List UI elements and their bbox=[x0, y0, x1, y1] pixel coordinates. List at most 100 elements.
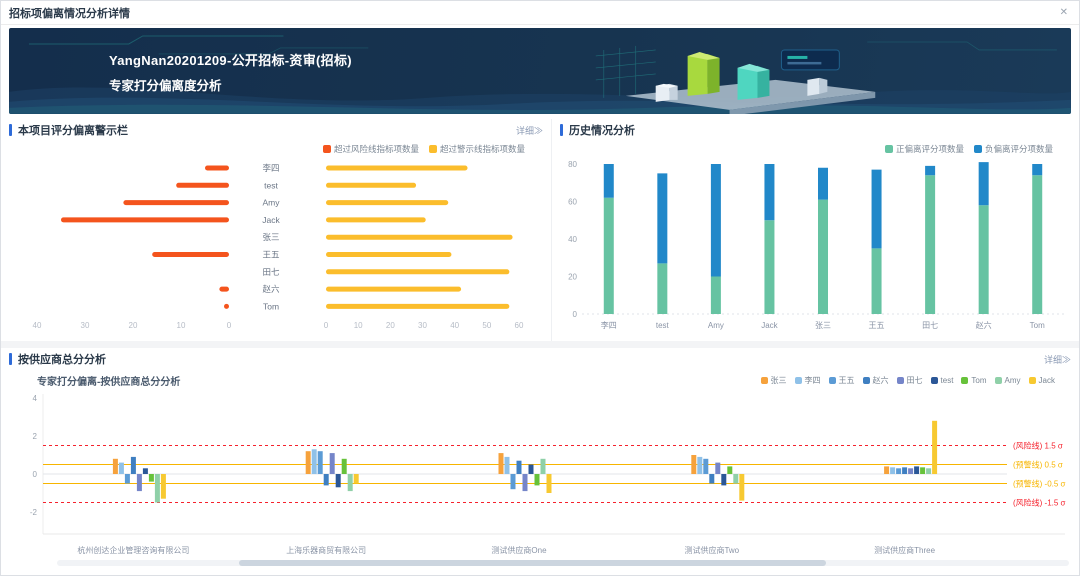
positive-deviation-bar bbox=[818, 200, 828, 314]
legend-swatch bbox=[795, 377, 802, 384]
accent-bar bbox=[560, 124, 563, 136]
deviation-bar bbox=[547, 474, 552, 493]
legend-swatch bbox=[1029, 377, 1036, 384]
negative-deviation-bar bbox=[979, 162, 989, 205]
main-row: 本项目评分偏离警示栏 详细≫ 超过风险线指标项数量超过警示线指标项数量 李四 te… bbox=[1, 119, 1079, 341]
legend-item[interactable]: 超过风险线指标项数量 bbox=[323, 143, 419, 155]
legend-item[interactable]: 超过警示线指标项数量 bbox=[429, 143, 525, 155]
legend-swatch bbox=[885, 145, 893, 153]
legend-item[interactable]: Jack bbox=[1029, 376, 1055, 385]
legend-swatch bbox=[974, 145, 982, 153]
legend-label: 田七 bbox=[907, 375, 923, 386]
supplier-label: 测试供应商Three bbox=[808, 545, 1001, 558]
deviation-bar bbox=[523, 474, 528, 491]
legend-label: Jack bbox=[1039, 376, 1055, 385]
deviation-bar bbox=[511, 474, 516, 489]
deviation-bar bbox=[161, 474, 166, 499]
deviation-bar bbox=[884, 466, 889, 474]
warning-legend: 超过风险线指标项数量超过警示线指标项数量 bbox=[1, 141, 551, 156]
warn-bar bbox=[326, 269, 509, 274]
warn-bar bbox=[326, 304, 509, 309]
deviation-bar bbox=[119, 463, 124, 474]
deviation-bar bbox=[155, 474, 160, 503]
history-stacked-chart: 020406080李四testAmyJack张三王五田七赵六Tom bbox=[552, 156, 1076, 338]
panel-warning-title: 本项目评分偏离警示栏 bbox=[18, 122, 128, 138]
horizontal-scrollbar[interactable] bbox=[57, 560, 1069, 566]
category-label: Jack bbox=[262, 215, 280, 225]
deviation-bar bbox=[896, 468, 901, 474]
deviation-bar bbox=[517, 461, 522, 474]
window-titlebar: 招标项偏离情况分析详情 ✕ bbox=[1, 1, 1079, 25]
supplier-label: 杭州创达企业管理咨询有限公司 bbox=[37, 545, 230, 558]
threshold-label: (风险线) -1.5 σ bbox=[1013, 498, 1066, 508]
legend-label: 王五 bbox=[839, 375, 855, 386]
risk-bar bbox=[219, 287, 229, 292]
y-tick: 2 bbox=[33, 432, 38, 441]
panel-history: 历史情况分析 正偏离评分项数量负偏离评分项数量 020406080李四testA… bbox=[552, 119, 1079, 341]
legend-item[interactable]: Amy bbox=[995, 376, 1021, 385]
deviation-bar bbox=[721, 474, 726, 485]
warn-bar bbox=[326, 287, 461, 292]
legend-swatch bbox=[429, 145, 437, 153]
legend-label: 正偏离评分项数量 bbox=[896, 143, 964, 155]
legend-item[interactable]: 负偏离评分项数量 bbox=[974, 143, 1053, 155]
legend-label: 赵六 bbox=[873, 375, 889, 386]
legend-swatch bbox=[897, 377, 904, 384]
deviation-bar bbox=[505, 457, 510, 474]
horizontal-scrollbar-thumb[interactable] bbox=[239, 560, 826, 566]
legend-item[interactable]: 田七 bbox=[897, 375, 923, 386]
y-tick: 40 bbox=[568, 235, 577, 244]
legend-item[interactable]: 李四 bbox=[795, 375, 821, 386]
risk-bar bbox=[152, 252, 229, 257]
warn-bar bbox=[326, 235, 513, 240]
legend-item[interactable]: Tom bbox=[961, 376, 986, 385]
supplier-label: 上海乐器商贸有限公司 bbox=[230, 545, 423, 558]
positive-deviation-bar bbox=[925, 175, 935, 314]
legend-label: test bbox=[941, 376, 954, 385]
positive-deviation-bar bbox=[604, 198, 614, 314]
legend-item[interactable]: 赵六 bbox=[863, 375, 889, 386]
category-label: 李四 bbox=[601, 320, 617, 330]
x-tick: 20 bbox=[129, 321, 138, 330]
x-tick: 20 bbox=[386, 321, 395, 330]
y-tick: 60 bbox=[568, 198, 577, 207]
warning-detail-link[interactable]: 详细≫ bbox=[516, 124, 543, 137]
legend-item[interactable]: 王五 bbox=[829, 375, 855, 386]
legend-item[interactable]: 正偏离评分项数量 bbox=[885, 143, 964, 155]
legend-item[interactable]: test bbox=[931, 376, 954, 385]
banner-text: YangNan20201209-公开招标-资审(招标) 专家打分偏离度分析 bbox=[109, 50, 352, 94]
x-tick: 0 bbox=[227, 321, 232, 330]
threshold-label: (预警线) 0.5 σ bbox=[1013, 460, 1063, 470]
legend-swatch bbox=[863, 377, 870, 384]
deviation-bar bbox=[715, 463, 720, 474]
positive-deviation-bar bbox=[979, 205, 989, 314]
warn-bar bbox=[326, 217, 426, 222]
positive-deviation-bar bbox=[657, 263, 667, 314]
deviation-bar bbox=[354, 474, 359, 484]
deviation-bar bbox=[914, 466, 919, 474]
legend-item[interactable]: 张三 bbox=[761, 375, 787, 386]
deviation-bar bbox=[697, 457, 702, 474]
risk-bar bbox=[176, 183, 229, 188]
close-icon[interactable]: ✕ bbox=[1057, 6, 1071, 20]
deviation-bar bbox=[137, 474, 142, 491]
legend-label: Amy bbox=[1005, 376, 1021, 385]
deviation-bar bbox=[499, 453, 504, 474]
x-tick: 10 bbox=[177, 321, 186, 330]
supplier-detail-link[interactable]: 详细≫ bbox=[1044, 353, 1071, 366]
category-label: 赵六 bbox=[976, 320, 992, 330]
deviation-bar bbox=[529, 465, 534, 475]
positive-deviation-bar bbox=[764, 220, 774, 314]
category-label: 赵六 bbox=[262, 284, 280, 294]
legend-label: 超过风险线指标项数量 bbox=[334, 143, 419, 155]
panel-supplier-header: 按供应商总分分析 详细≫ bbox=[1, 348, 1079, 370]
legend-label: 负偏离评分项数量 bbox=[985, 143, 1053, 155]
deviation-bar bbox=[733, 474, 738, 484]
y-tick: 80 bbox=[568, 160, 577, 169]
category-label: test bbox=[656, 321, 670, 330]
x-tick: 10 bbox=[354, 321, 363, 330]
deviation-bar bbox=[342, 459, 347, 474]
x-tick: 40 bbox=[450, 321, 459, 330]
deviation-bar bbox=[932, 421, 937, 474]
y-tick: -2 bbox=[30, 508, 38, 517]
